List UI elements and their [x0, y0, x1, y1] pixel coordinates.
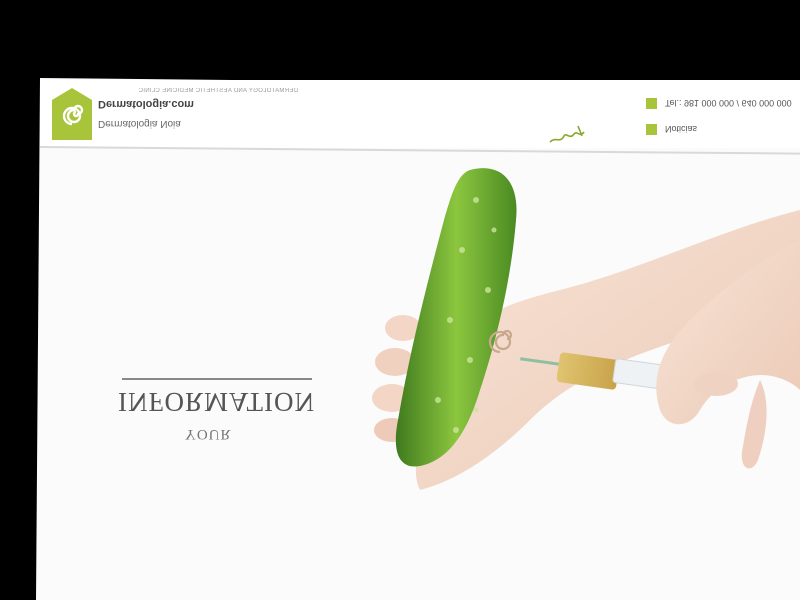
cucumber-bump	[453, 427, 459, 433]
cucumber-bump	[491, 227, 497, 233]
hero-subtitle: YOUR	[185, 426, 232, 442]
cucumber-bump	[435, 397, 441, 403]
finger	[694, 372, 738, 396]
cucumber-bump	[467, 357, 473, 363]
cucumber-bump	[447, 317, 453, 323]
cucumber-bump	[485, 287, 491, 293]
hero-title: INFORMATION	[118, 387, 316, 417]
cucumber-bump	[473, 197, 479, 203]
cucumber-bump	[459, 247, 465, 253]
thumb	[741, 380, 767, 469]
cucumber-bump	[473, 407, 479, 413]
hero-divider	[122, 378, 312, 380]
hero-illustration	[372, 168, 800, 490]
